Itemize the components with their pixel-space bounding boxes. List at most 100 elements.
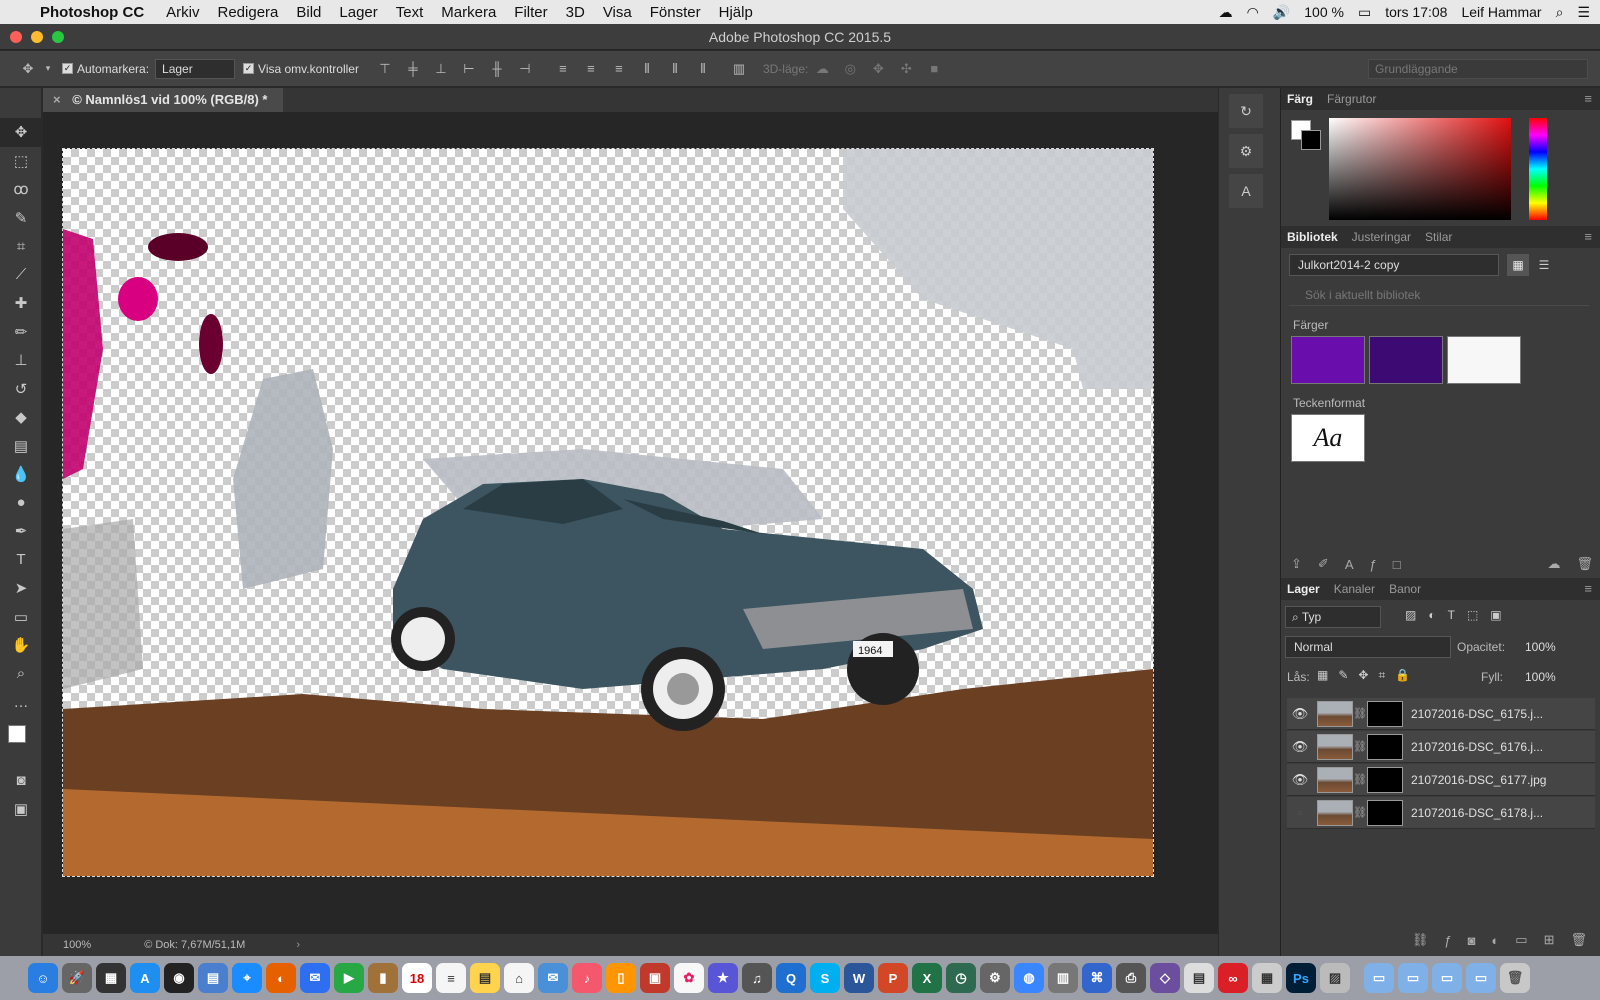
clock[interactable]: tors 17:08 (1385, 4, 1447, 20)
pixel-layer-filter-icon[interactable]: ▨ (1405, 608, 1416, 622)
facetime-icon[interactable]: ▶ (334, 963, 364, 993)
ibooks-icon[interactable]: ▯ (606, 963, 636, 993)
align-vcenter-icon[interactable]: ╪ (399, 61, 427, 76)
garageband-icon[interactable]: ♫ (742, 963, 772, 993)
menu-file[interactable]: Arkiv (166, 4, 199, 21)
tab-swatches[interactable]: Färgrutor (1327, 92, 1376, 106)
history-brush-icon[interactable]: ↺ (0, 375, 42, 404)
blur-icon[interactable]: 💧 (0, 460, 42, 489)
move-icon[interactable]: ✥ (0, 118, 42, 147)
layer-mask-thumbnail[interactable] (1367, 766, 1403, 793)
auto-select-dropdown[interactable]: Lager (155, 58, 236, 79)
safari-icon[interactable]: ⌖ (232, 963, 262, 993)
imovie-icon[interactable]: ★ (708, 963, 738, 993)
menu-view[interactable]: Visa (603, 4, 632, 21)
character-style-sample[interactable]: Aa (1291, 414, 1365, 462)
eye-icon[interactable]: 👁 (1287, 739, 1313, 755)
grid-view-icon[interactable]: ▦ (1507, 254, 1529, 276)
lock-position-icon[interactable]: ✥ (1358, 668, 1368, 683)
creative-cloud-icon[interactable]: ☁ (1219, 4, 1233, 21)
wifi-icon[interactable]: ◠ (1247, 4, 1259, 21)
add-layer-style-icon[interactable]: ƒ (1369, 557, 1376, 572)
panel-menu-icon[interactable]: ≡ (1584, 91, 1592, 106)
link-icon[interactable]: ⛓ (1353, 806, 1367, 819)
itunes-icon[interactable]: ♪ (572, 963, 602, 993)
history-panel-icon[interactable]: ↻ (1229, 94, 1263, 128)
photo-booth-icon[interactable]: ▣ (640, 963, 670, 993)
dashboard-icon[interactable]: ◉ (164, 963, 194, 993)
type-layer-filter-icon[interactable]: T (1448, 608, 1455, 622)
tab-layers[interactable]: Lager (1287, 582, 1320, 596)
trash-icon[interactable]: 🗑 (1500, 963, 1530, 993)
finder-icon[interactable]: ☺ (28, 963, 58, 993)
zoom-window-button[interactable] (52, 31, 64, 43)
shape-layer-filter-icon[interactable]: ⬚ (1467, 608, 1478, 622)
eraser-icon[interactable]: ◆ (0, 403, 42, 432)
notes-icon[interactable]: ▤ (470, 963, 500, 993)
menu-select[interactable]: Markera (441, 4, 496, 21)
menu-app-name[interactable]: Photoshop CC (40, 4, 144, 21)
tab-styles[interactable]: Stilar (1425, 230, 1452, 244)
distribute-top-icon[interactable]: ≡ (549, 61, 577, 76)
tab-adjustments[interactable]: Justeringar (1352, 230, 1411, 244)
adjustment-layer-filter-icon[interactable]: ◐ (1428, 608, 1435, 622)
link-layers-icon[interactable]: ⛓ (1412, 932, 1429, 948)
crop-icon[interactable]: ⌗ (0, 232, 42, 261)
volume-icon[interactable]: 🔊 (1273, 4, 1290, 21)
move-tool-preset-icon[interactable]: ✥ (14, 61, 42, 77)
add-mask-icon[interactable]: ◙ (1468, 933, 1476, 948)
close-tab-icon[interactable]: × (53, 92, 61, 107)
distribute-bottom-icon[interactable]: ≡ (605, 61, 633, 76)
tab-paths[interactable]: Banor (1389, 582, 1421, 596)
maps-icon[interactable]: ⌂ (504, 963, 534, 993)
dodge-icon[interactable]: ● (0, 489, 42, 518)
menu-window[interactable]: Fönster (650, 4, 701, 21)
tab-libraries[interactable]: Bibliotek (1287, 230, 1338, 244)
terminal-icon[interactable]: ▥ (1048, 963, 1078, 993)
blend-mode-dropdown[interactable]: Normal (1285, 636, 1451, 658)
zoom-icon[interactable]: ⌕ (0, 660, 42, 689)
add-graphic-icon[interactable]: ✐ (1318, 556, 1329, 572)
word-icon[interactable]: W (844, 963, 874, 993)
brush-icon[interactable]: ✏ (0, 318, 42, 347)
documents-folder-icon[interactable]: ▭ (1398, 963, 1428, 993)
close-window-button[interactable] (10, 31, 22, 43)
layer-mask-thumbnail[interactable] (1367, 733, 1403, 760)
new-layer-icon[interactable]: ⊞ (1544, 932, 1555, 948)
firefox-icon[interactable]: ◐ (266, 963, 296, 993)
archive-utility-icon[interactable]: ▦ (1252, 963, 1282, 993)
time-machine-icon[interactable]: ◷ (946, 963, 976, 993)
mail-icon[interactable]: ✉ (538, 963, 568, 993)
quick-select-icon[interactable]: ✎ (0, 204, 42, 233)
mission-control-icon[interactable]: ▦ (96, 963, 126, 993)
stamp-icon[interactable]: ⊥ (0, 346, 42, 375)
canvas-area[interactable]: 1964 (43, 112, 1218, 934)
show-transform-checkbox[interactable]: ✓ Visa omv.kontroller (243, 62, 359, 76)
orbit-3d-icon[interactable]: ☁ (808, 61, 836, 77)
lasso-icon[interactable]: ꝏ (0, 175, 42, 204)
gradient-icon[interactable]: ▤ (0, 432, 42, 461)
lock-transparency-icon[interactable]: ▦ (1317, 668, 1328, 683)
type-icon[interactable]: T (0, 546, 42, 575)
utility-app-icon[interactable]: ◇ (1150, 963, 1180, 993)
smart-object-filter-icon[interactable]: ▣ (1490, 608, 1501, 622)
calendar-icon[interactable]: 18 (402, 963, 432, 993)
doc-info[interactable]: © Dok: 7,67M/51,1M (144, 939, 245, 951)
hand-icon[interactable]: ✋ (0, 631, 42, 660)
doc-info-arrow-icon[interactable]: › (296, 939, 300, 951)
swatch-purple[interactable] (1291, 336, 1365, 384)
reminders-icon[interactable]: ≡ (436, 963, 466, 993)
upload-icon[interactable]: ⇪ (1291, 556, 1302, 572)
layer-row[interactable]: 👁 ⛓ 21072016-DSC_6175.j... (1287, 698, 1595, 730)
align-bottom-icon[interactable]: ⊥ (427, 61, 455, 77)
menu-type[interactable]: Text (396, 4, 424, 21)
powerpoint-icon[interactable]: P (878, 963, 908, 993)
marquee-icon[interactable]: ⬚ (0, 147, 42, 176)
contacts-icon[interactable]: ▮ (368, 963, 398, 993)
layer-row[interactable]: 👁 ⛓ 21072016-DSC_6177.jpg (1287, 764, 1595, 796)
roll-3d-icon[interactable]: ◎ (836, 61, 864, 77)
eye-hidden-icon[interactable]: ▫ (1287, 805, 1313, 820)
pictures-folder-icon[interactable]: ▭ (1466, 963, 1496, 993)
drag-3d-icon[interactable]: ✥ (864, 61, 892, 77)
layer-row[interactable]: 👁 ⛓ 21072016-DSC_6176.j... (1287, 731, 1595, 763)
